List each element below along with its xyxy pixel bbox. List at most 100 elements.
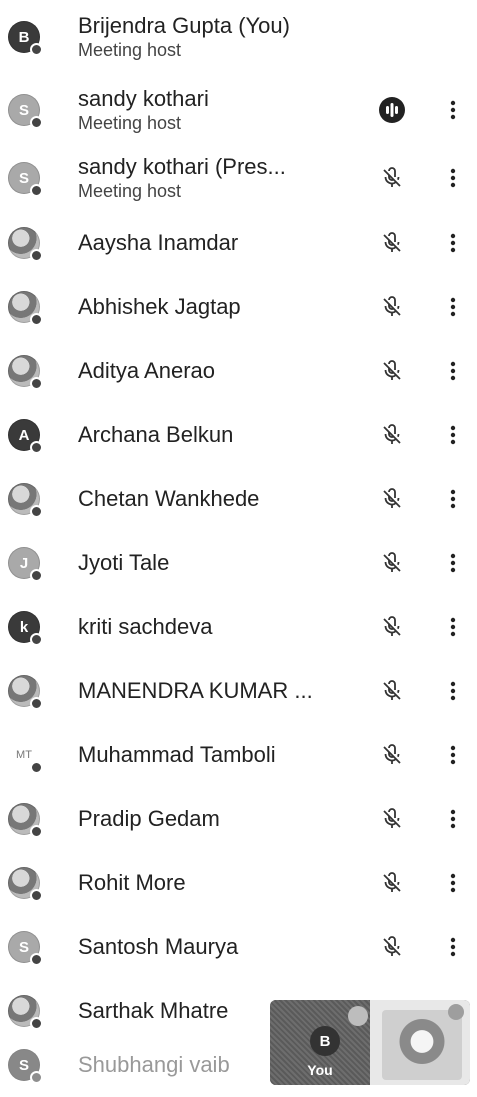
participant-names: MANENDRA KUMAR ... (78, 678, 313, 704)
participant-name: MANENDRA KUMAR ... (78, 678, 313, 703)
participant-avatar: k (8, 611, 43, 646)
status-dot (30, 761, 43, 774)
participant-names: sandy kothari Meeting host (78, 86, 209, 134)
participant-row[interactable]: S Santosh Maurya (0, 915, 477, 979)
participant-avatar: A (8, 419, 43, 454)
participant-names: Aditya Anerao (78, 358, 215, 384)
participant-row[interactable]: B Brijendra Gupta (You) Meeting host (0, 5, 477, 69)
participant-avatar: B (8, 21, 43, 56)
participant-avatar (8, 355, 43, 390)
participant-name: Jyoti Tale (78, 550, 170, 575)
pip-close-icon[interactable] (448, 1004, 464, 1020)
participant-avatar: S (8, 162, 43, 197)
status-dot (30, 825, 43, 838)
more-options-icon[interactable] (446, 743, 460, 767)
participant-row[interactable]: MANENDRA KUMAR ... (0, 659, 477, 723)
participant-row[interactable]: Aaysha Inamdar (0, 211, 477, 275)
mic-off-icon[interactable] (380, 807, 404, 831)
participant-name: Chetan Wankhede (78, 486, 260, 511)
participants-list: B Brijendra Gupta (You) Meeting host Ssandy… (0, 0, 477, 1090)
mic-off-icon[interactable] (380, 359, 404, 383)
presentation-preview (382, 1010, 462, 1080)
participant-row[interactable]: MT Muhammad Tamboli (0, 723, 477, 787)
status-dot (30, 249, 43, 262)
participant-names: Archana Belkun (78, 422, 233, 448)
participant-row[interactable]: Ssandy kothari (Pres... Meeting host (0, 146, 477, 210)
more-options-icon[interactable] (446, 423, 460, 447)
mic-off-icon[interactable] (380, 551, 404, 575)
status-dot (30, 116, 43, 129)
participant-name: Brijendra Gupta (You) (78, 13, 290, 38)
status-dot (30, 505, 43, 518)
participant-avatar (8, 227, 43, 262)
participant-role: Meeting host (78, 181, 182, 201)
status-dot (30, 1017, 43, 1030)
participant-row[interactable]: Pradip Gedam (0, 787, 477, 851)
mic-off-icon[interactable] (380, 295, 404, 319)
mic-off-icon[interactable] (380, 166, 404, 190)
mic-off-icon[interactable] (380, 423, 404, 447)
mic-off-icon[interactable] (380, 679, 404, 703)
participant-avatar (8, 483, 43, 518)
participant-names: Chetan Wankhede (78, 486, 259, 512)
participant-name: sandy kothari (78, 86, 209, 111)
participant-names: kriti sachdeva (78, 614, 213, 640)
mic-status-icon (348, 1006, 368, 1026)
participant-name: Rohit More (78, 870, 186, 895)
self-view-tile[interactable]: B You (270, 1000, 470, 1085)
more-options-icon[interactable] (446, 166, 460, 190)
status-dot (30, 184, 43, 197)
status-dot (30, 697, 43, 710)
more-options-icon[interactable] (446, 359, 460, 383)
mic-off-icon[interactable] (380, 487, 404, 511)
participant-row[interactable]: k kriti sachdeva (0, 595, 477, 659)
more-options-icon[interactable] (446, 935, 460, 959)
more-options-icon[interactable] (446, 679, 460, 703)
speaking-indicator-icon (379, 97, 405, 123)
participant-name: Pradip Gedam (78, 806, 220, 831)
more-options-icon[interactable] (446, 807, 460, 831)
participant-names: Jyoti Tale (78, 550, 169, 576)
participant-name: Archana Belkun (78, 422, 234, 447)
participant-avatar: S (8, 1049, 43, 1084)
participant-name: Santosh Maurya (78, 934, 239, 959)
participant-avatar (8, 291, 43, 326)
more-options-icon[interactable] (446, 231, 460, 255)
self-view-label: You (307, 1062, 333, 1078)
more-options-icon[interactable] (446, 295, 460, 319)
participant-avatar (8, 995, 43, 1030)
participant-row[interactable]: Ssandy kothari Meeting host (0, 78, 477, 142)
participant-name: Shubhangi vaib (78, 1052, 230, 1077)
participant-row[interactable]: Rohit More (0, 851, 477, 915)
more-options-icon[interactable] (446, 871, 460, 895)
participant-row[interactable]: Chetan Wankhede (0, 467, 477, 531)
mic-off-icon[interactable] (380, 935, 404, 959)
more-options-icon[interactable] (446, 98, 460, 122)
participant-avatar (8, 867, 43, 902)
participant-row[interactable]: Abhishek Jagtap (0, 275, 477, 339)
mic-off-icon[interactable] (380, 871, 404, 895)
participant-avatar: J (8, 547, 43, 582)
more-options-icon[interactable] (446, 487, 460, 511)
participant-names: Rohit More (78, 870, 186, 896)
participant-row[interactable]: J Jyoti Tale (0, 531, 477, 595)
participant-avatar: MT (8, 739, 43, 774)
more-options-icon[interactable] (446, 551, 460, 575)
status-dot (30, 377, 43, 390)
more-options-icon[interactable] (446, 615, 460, 639)
participant-names: sandy kothari (Pres... Meeting host (78, 154, 286, 202)
mic-off-icon[interactable] (380, 231, 404, 255)
status-dot (30, 313, 43, 326)
participant-name: Sarthak Mhatre (78, 998, 229, 1023)
mic-off-icon[interactable] (380, 615, 404, 639)
participant-names: Brijendra Gupta (You) Meeting host (78, 13, 290, 61)
participant-row[interactable]: Aditya Anerao (0, 339, 477, 403)
participant-names: Aaysha Inamdar (78, 230, 238, 256)
status-dot (30, 633, 43, 646)
status-dot (30, 953, 43, 966)
status-dot (30, 43, 43, 56)
participant-row[interactable]: A Archana Belkun (0, 403, 477, 467)
participant-name: Abhishek Jagtap (78, 294, 241, 319)
participant-name: Aditya Anerao (78, 358, 215, 383)
mic-off-icon[interactable] (380, 743, 404, 767)
